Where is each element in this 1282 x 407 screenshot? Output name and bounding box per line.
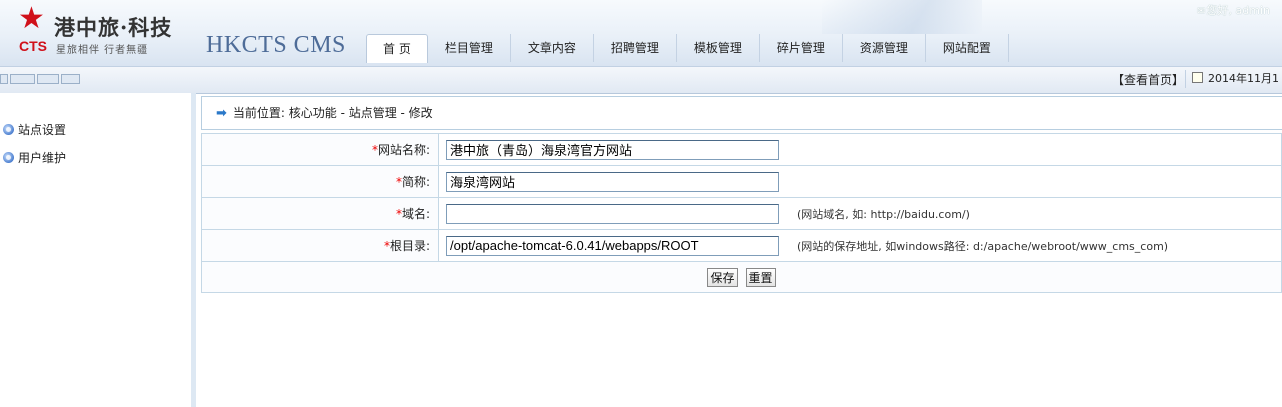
label-text: 网站名称: <box>377 143 430 157</box>
form-row: *简称: <box>201 165 1282 198</box>
toggle-bar-icon[interactable] <box>9 74 36 84</box>
nav-item-columns[interactable]: 栏目管理 <box>428 34 511 62</box>
field-label: *根目录: <box>201 229 439 262</box>
form-row: *域名: (网站域名, 如: http://baidu.com/) <box>201 197 1282 230</box>
mail-icon: ✉ <box>1197 6 1206 17</box>
main-nav: 首 页 栏目管理 文章内容 招聘管理 模板管理 碎片管理 资源管理 网站配置 <box>366 34 1009 63</box>
cms-title: HKCTS CMS <box>206 32 346 58</box>
sidebar-item-label: 站点设置 <box>18 123 67 137</box>
label-text: 域名: <box>401 207 430 221</box>
arrow-right-icon: ➡ <box>216 106 227 121</box>
nav-item-recruitment[interactable]: 招聘管理 <box>594 34 677 62</box>
root-dir-input[interactable] <box>446 235 779 256</box>
toggle-left-icon[interactable] <box>0 74 8 84</box>
site-name-input[interactable] <box>446 139 779 160</box>
domain-input[interactable] <box>446 203 779 224</box>
form-row: *网站名称: <box>201 133 1282 166</box>
date-text: 2014年11月1 <box>1208 72 1279 85</box>
nav-item-home[interactable]: 首 页 <box>366 34 428 63</box>
toggle-bar3-icon[interactable] <box>60 74 80 84</box>
star-icon: ★ <box>18 1 45 36</box>
view-home-link[interactable]: 【查看首页】 <box>1112 71 1184 88</box>
circle-arrow-icon <box>3 124 14 135</box>
nav-item-fragments[interactable]: 碎片管理 <box>760 34 843 62</box>
field-cell: (网站的保存地址, 如windows路径: d:/apache/webroot/… <box>438 229 1282 262</box>
label-text: 根目录: <box>389 239 430 253</box>
nav-item-site-config[interactable]: 网站配置 <box>926 34 1009 62</box>
logo-mark: CTS <box>19 38 47 54</box>
header-decoration <box>822 0 982 34</box>
toggle-bar2-icon[interactable] <box>37 74 59 84</box>
field-cell: (网站域名, 如: http://baidu.com/) <box>438 197 1282 230</box>
short-name-input[interactable] <box>446 171 779 192</box>
domain-hint: (网站域名, 如: http://baidu.com/) <box>797 207 970 221</box>
root-dir-hint: (网站的保存地址, 如windows路径: d:/apache/webroot/… <box>797 239 1169 253</box>
site-edit-form: *网站名称: *简称: *域名: (网站域名, 如: http://baidu.… <box>201 133 1282 293</box>
date-display: 2014年11月1 <box>1185 70 1282 88</box>
save-button[interactable]: 保存 <box>707 267 738 287</box>
breadcrumb-text: 当前位置: 核心功能 - 站点管理 - 修改 <box>232 106 433 120</box>
logo-slogan: 星旅相伴 行者無疆 <box>56 45 149 56</box>
main-content: ➡ 当前位置: 核心功能 - 站点管理 - 修改 *网站名称: *简称: *域名:… <box>201 96 1282 293</box>
circle-arrow-icon <box>3 152 14 163</box>
reset-button[interactable]: 重置 <box>745 267 776 287</box>
nav-item-articles[interactable]: 文章内容 <box>511 34 594 62</box>
user-greeting[interactable]: ✉您好, admin <box>1197 2 1270 18</box>
layout-toggle-icons[interactable] <box>0 72 80 86</box>
label-text: 简称: <box>401 175 430 189</box>
breadcrumb: ➡ 当前位置: 核心功能 - 站点管理 - 修改 <box>201 96 1282 130</box>
field-label: *简称: <box>201 165 439 198</box>
field-label: *域名: <box>201 197 439 230</box>
sidebar: 站点设置 用户维护 <box>0 93 196 407</box>
sidebar-item-site-settings[interactable]: 站点设置 <box>3 121 66 139</box>
nav-item-resources[interactable]: 资源管理 <box>843 34 926 62</box>
form-row: *根目录: (网站的保存地址, 如windows路径: d:/apache/we… <box>201 229 1282 262</box>
form-actions-row: 保存 重置 <box>201 261 1282 293</box>
field-label: *网站名称: <box>201 133 439 166</box>
header: ★ CTS 港中旅·科技 星旅相伴 行者無疆 HKCTS CMS ✉您好, ad… <box>0 0 1282 66</box>
sidebar-item-user-maintenance[interactable]: 用户维护 <box>3 149 66 167</box>
logo: ★ CTS 港中旅·科技 星旅相伴 行者無疆 <box>16 4 191 58</box>
logo-text: 港中旅·科技 <box>54 15 173 40</box>
nav-item-templates[interactable]: 模板管理 <box>677 34 760 62</box>
sidebar-item-label: 用户维护 <box>18 151 67 165</box>
field-cell <box>438 133 1282 166</box>
field-cell <box>438 165 1282 198</box>
toolbar: 【查看首页】 2014年11月1 <box>0 66 1282 94</box>
form-actions: 保存 重置 <box>201 261 1282 293</box>
calendar-icon <box>1192 72 1203 83</box>
greeting-text: 您好, admin <box>1206 4 1270 17</box>
